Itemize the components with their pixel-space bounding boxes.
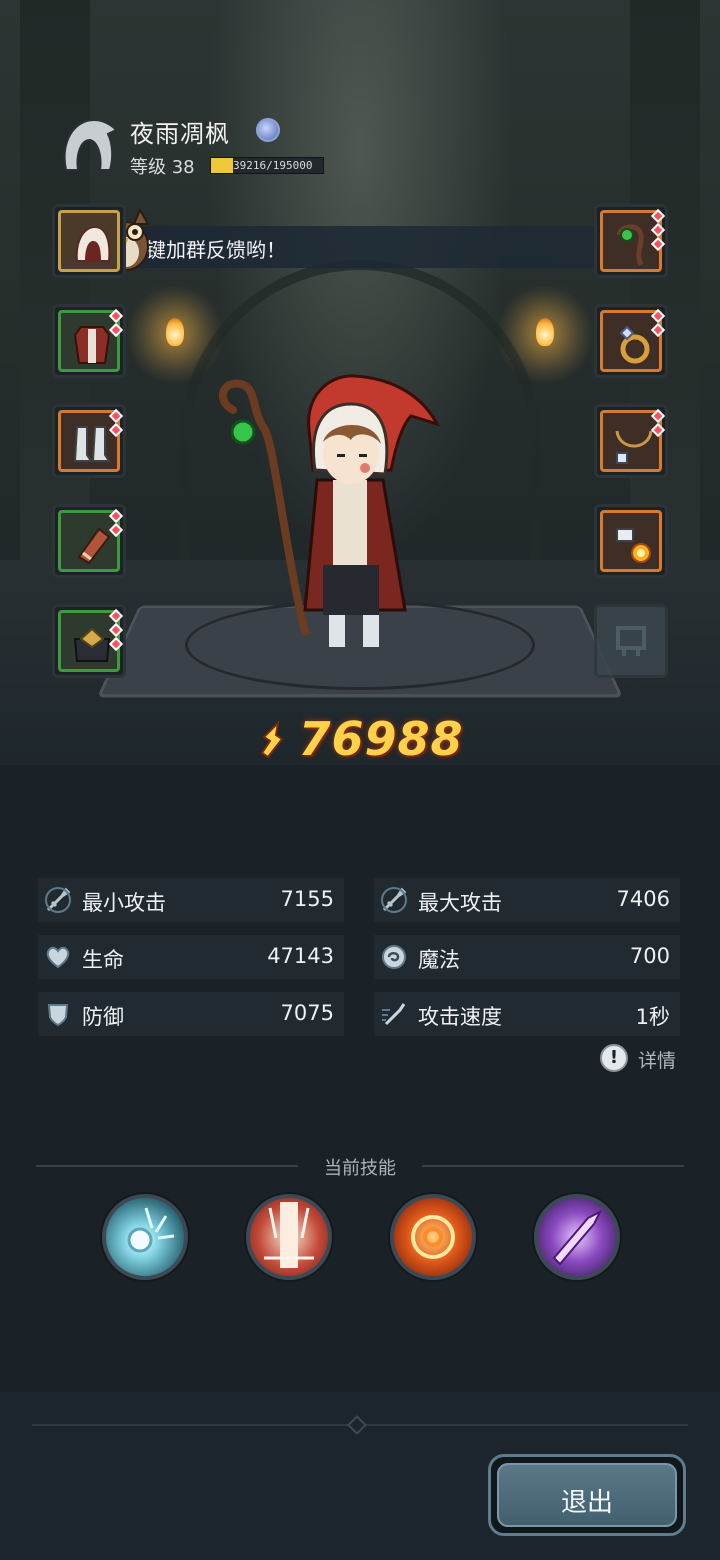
equip-slot-staff[interactable]	[594, 204, 668, 278]
combat-power-value: 76988	[298, 712, 464, 765]
sword-icon	[45, 887, 71, 913]
character-scene: 夜雨凋枫 等级 38 39216/195000 键加群反馈哟！ 76988	[0, 0, 720, 765]
stat-label: 防御	[82, 1005, 124, 1029]
shield-icon	[47, 1004, 69, 1027]
mage-character	[218, 374, 441, 647]
robe-icon	[73, 326, 111, 364]
notice-text: 键加群反馈哟！	[146, 238, 286, 262]
skills-title: 当前技能	[324, 1158, 396, 1179]
stat-min-attack: 最小攻击 7155	[38, 878, 344, 922]
empty-slot-icon	[616, 626, 646, 656]
player-name: 夜雨凋枫	[130, 120, 230, 148]
exp-bar-fill	[211, 158, 234, 173]
boots-icon	[73, 426, 111, 462]
stat-label: 魔法	[418, 948, 460, 972]
ring-icon	[619, 325, 650, 364]
stat-label: 最小攻击	[82, 891, 166, 915]
equip-slot-charm[interactable]	[594, 504, 668, 578]
necklace-icon	[615, 430, 653, 464]
equip-slot-belt[interactable]	[52, 604, 126, 678]
equip-slot-hood[interactable]	[52, 204, 126, 278]
vip-badge-icon[interactable]	[256, 118, 280, 142]
equip-slot-boots[interactable]	[52, 404, 126, 478]
bottom-bar: 退出	[0, 1392, 720, 1560]
combat-power: 76988	[0, 712, 720, 765]
stat-value: 47143	[267, 944, 334, 968]
player-avatar[interactable]	[56, 112, 120, 176]
exp-bar: 39216/195000	[210, 157, 324, 174]
stat-value: 1秒	[635, 1005, 670, 1029]
stat-label: 生命	[82, 948, 124, 972]
exclamation-icon: !	[600, 1044, 628, 1072]
stat-attack-speed: 攻击速度 1秒	[374, 992, 680, 1036]
equip-slot-robe[interactable]	[52, 304, 126, 378]
stat-mp: 魔法 700	[374, 935, 680, 979]
charm-icon	[616, 528, 651, 563]
equip-slot-bracer[interactable]	[52, 504, 126, 578]
sword-power-icon	[261, 720, 284, 759]
divider-ornament-icon	[347, 1415, 367, 1435]
stat-value: 7155	[280, 887, 334, 911]
stat-value: 7075	[280, 1001, 334, 1025]
bracer-icon	[77, 527, 111, 565]
heart-icon	[46, 946, 70, 969]
stat-value: 7406	[616, 887, 670, 911]
equip-slot-empty[interactable]	[594, 604, 668, 678]
sword-icon	[381, 887, 407, 913]
skill-frost-orb[interactable]	[102, 1194, 188, 1280]
skill-fire-vortex[interactable]	[390, 1194, 476, 1280]
stat-label: 最大攻击	[418, 891, 502, 915]
lightning-pillar-icon	[264, 1202, 314, 1268]
stat-defense: 防御 7075	[38, 992, 344, 1036]
stat-label: 攻击速度	[418, 1005, 502, 1029]
details-label: 详情	[638, 1050, 677, 1072]
equip-slot-ring[interactable]	[594, 304, 668, 378]
speed-sword-icon	[382, 1003, 406, 1026]
fire-vortex-icon	[411, 1215, 455, 1259]
frost-orb-icon	[127, 1207, 175, 1253]
notice-banner[interactable]: 键加群反馈哟！	[110, 226, 600, 268]
stat-hp: 生命 47143	[38, 935, 344, 979]
hood-icon	[75, 225, 111, 262]
shadow-blade-icon	[552, 1209, 603, 1266]
exit-label: 退出	[560, 1488, 613, 1518]
stat-value: 700	[629, 944, 670, 968]
torch-flame-icon	[166, 318, 184, 346]
skill-lightning-pillar[interactable]	[246, 1194, 332, 1280]
exit-button[interactable]: 退出	[488, 1454, 686, 1536]
torch-flame-icon	[536, 318, 554, 346]
skill-shadow-blade[interactable]	[534, 1194, 620, 1280]
player-level: 等级 38	[130, 157, 195, 178]
equip-slot-necklace[interactable]	[594, 404, 668, 478]
stat-max-attack: 最大攻击 7406	[374, 878, 680, 922]
exp-text: 39216/195000	[233, 159, 313, 172]
magic-swirl-icon	[382, 945, 406, 969]
